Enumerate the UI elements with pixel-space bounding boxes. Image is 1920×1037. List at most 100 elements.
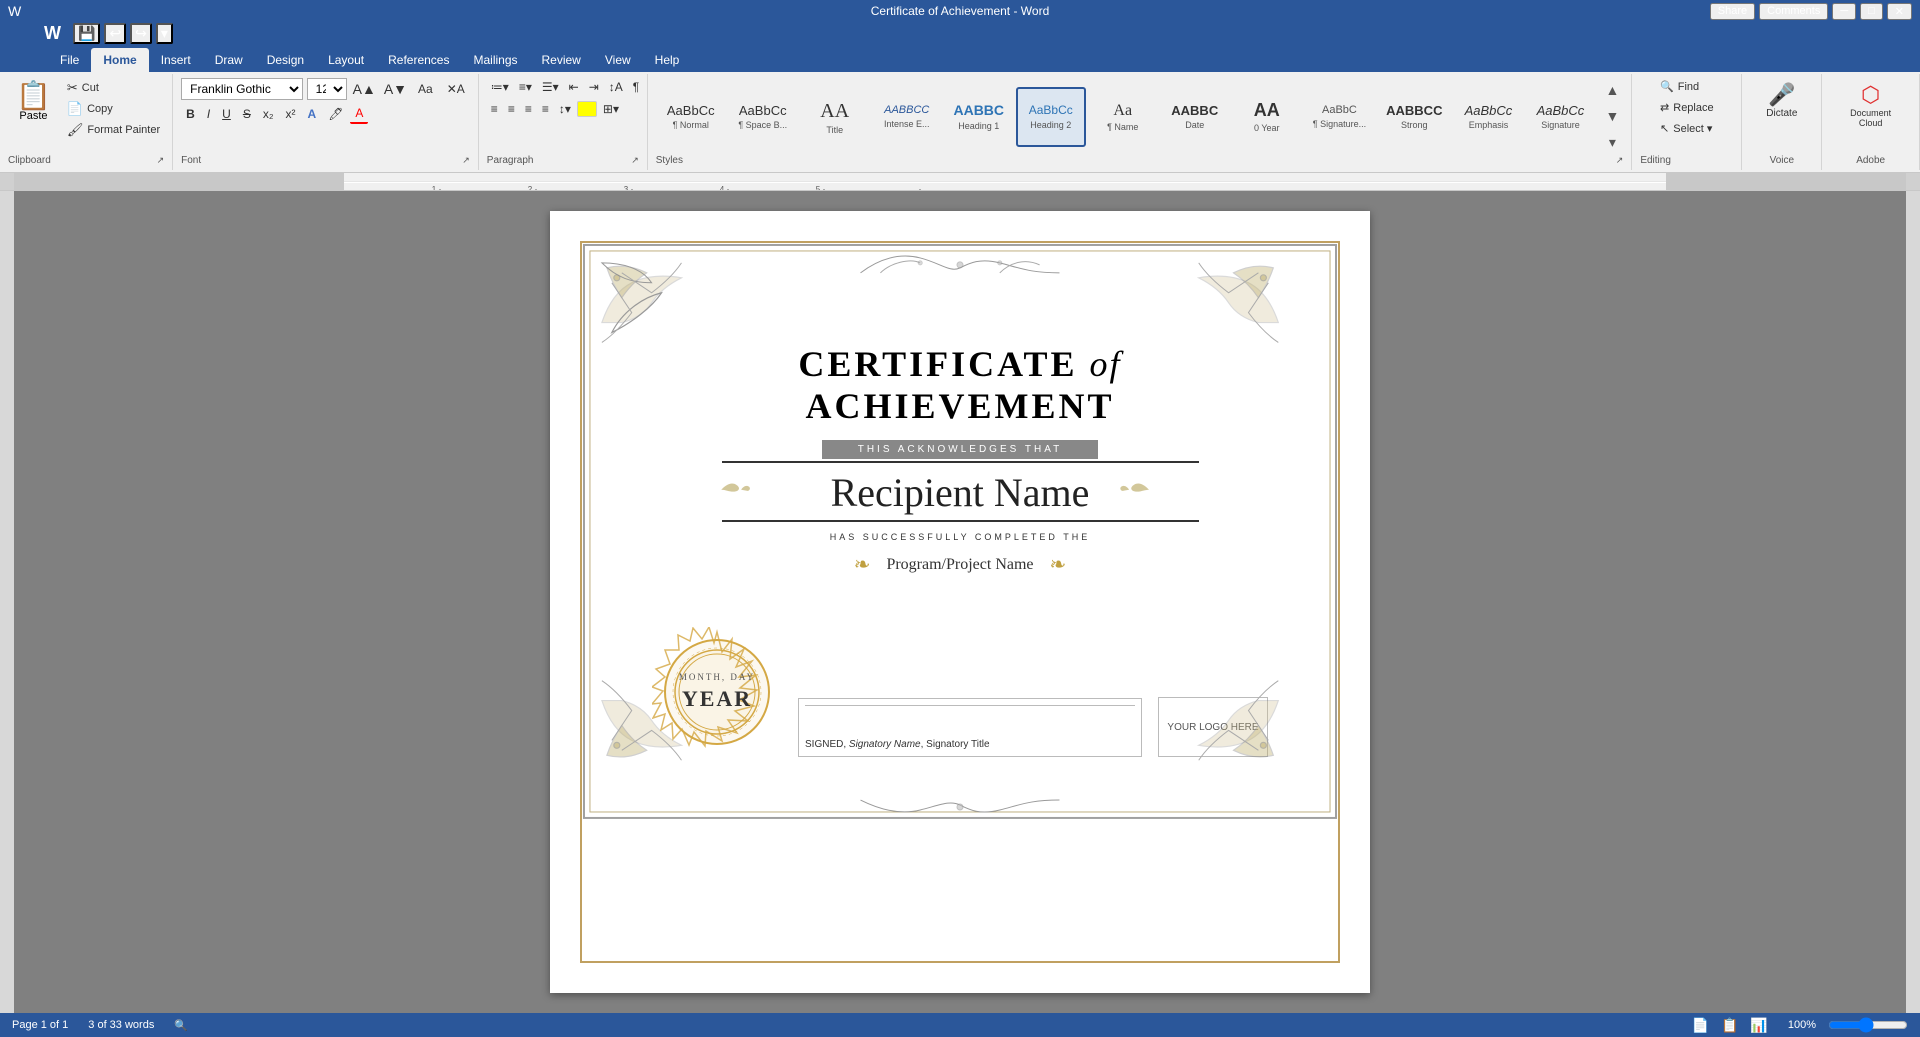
find-button[interactable]: 🔍 Find: [1654, 78, 1720, 95]
font-size-select[interactable]: 12: [307, 78, 347, 100]
line-spacing-button[interactable]: ↕▾: [555, 100, 575, 118]
strikethrough-button[interactable]: S: [238, 104, 256, 124]
superscript-button[interactable]: x²: [281, 104, 301, 124]
tab-design[interactable]: Design: [255, 48, 316, 72]
style-intense-preview: AABBCC: [884, 104, 929, 117]
style-name[interactable]: Aa ¶ Name: [1088, 87, 1158, 147]
bold-button[interactable]: B: [181, 104, 200, 124]
style-date[interactable]: AABBC Date: [1160, 87, 1230, 147]
tab-layout[interactable]: Layout: [316, 48, 376, 72]
multilevel-button[interactable]: ☰▾: [538, 78, 563, 96]
style-title[interactable]: AA Title: [800, 87, 870, 147]
seal-year: YEAR: [682, 686, 752, 712]
title-bar: W Certificate of Achievement - Word Shar…: [0, 0, 1920, 22]
tab-draw[interactable]: Draw: [203, 48, 255, 72]
styles-scroll-up-button[interactable]: ▲: [1601, 78, 1623, 102]
font-family-select[interactable]: Franklin Gothic: [181, 78, 303, 100]
page-info: Page 1 of 1: [12, 1019, 68, 1032]
style-strong-label: Strong: [1401, 120, 1428, 130]
font-shrink-button[interactable]: A▼: [382, 79, 409, 99]
tab-home[interactable]: Home: [91, 48, 148, 72]
share-button[interactable]: Share: [1710, 3, 1755, 20]
paste-button[interactable]: 📋 Paste: [8, 78, 59, 126]
maximize-button[interactable]: □: [1860, 3, 1883, 20]
shading-button[interactable]: [577, 101, 597, 117]
save-qat-button[interactable]: 💾: [73, 23, 100, 44]
adobe-cloud-button[interactable]: ⬡ Document Cloud: [1830, 78, 1911, 132]
style-emphasis[interactable]: AaBbCc Emphasis: [1453, 87, 1523, 147]
cut-button[interactable]: ✂ Cut: [63, 78, 164, 98]
style-heading1[interactable]: AABBC Heading 1: [944, 87, 1014, 147]
style-signature[interactable]: AaBbC ¶ Signature...: [1304, 87, 1375, 147]
style-intense-label: Intense E...: [884, 119, 930, 129]
text-effects-button[interactable]: A: [303, 104, 322, 124]
font-grow-button[interactable]: A▲: [351, 79, 378, 99]
highlight-color-button[interactable]: 🖊: [323, 104, 348, 124]
styles-expand-button[interactable]: ↗: [1616, 155, 1624, 166]
tab-file[interactable]: File: [48, 48, 91, 72]
style-intense[interactable]: AABBCC Intense E...: [872, 87, 942, 147]
view-web-button[interactable]: 📋: [1721, 1017, 1738, 1034]
adobe-group: ⬡ Document Cloud Adobe: [1822, 74, 1920, 170]
tab-view[interactable]: View: [593, 48, 643, 72]
justify-button[interactable]: ≡: [538, 100, 553, 118]
accessibility-icon[interactable]: 🔍: [174, 1019, 188, 1032]
style-title-preview: AA: [820, 99, 849, 123]
align-left-button[interactable]: ≡: [487, 100, 502, 118]
zoom-slider[interactable]: [1828, 1017, 1908, 1033]
cert-bottom-line-name: [722, 520, 1199, 522]
view-print-button[interactable]: 📄: [1692, 1017, 1709, 1034]
style-heading2-preview: AaBbCc: [1029, 103, 1073, 117]
dictate-button[interactable]: 🎤 Dictate: [1758, 78, 1805, 123]
style-signature2[interactable]: AaBbCc Signature: [1525, 87, 1595, 147]
decrease-indent-button[interactable]: ⇤: [565, 78, 583, 96]
undo-qat-button[interactable]: ↩: [104, 23, 126, 44]
close-button[interactable]: ✕: [1887, 3, 1912, 20]
cert-title-italic: of: [1090, 344, 1122, 384]
tab-references[interactable]: References: [376, 48, 461, 72]
borders-button[interactable]: ⊞▾: [599, 100, 623, 118]
clipboard-expand-button[interactable]: ↗: [157, 155, 165, 166]
align-right-button[interactable]: ≡: [521, 100, 536, 118]
para-expand-button[interactable]: ↗: [631, 155, 639, 166]
font-expand-button[interactable]: ↗: [462, 155, 470, 166]
change-case-button[interactable]: Aa: [413, 80, 438, 98]
tab-help[interactable]: Help: [643, 48, 692, 72]
copy-button[interactable]: 📄 Copy: [63, 99, 164, 119]
tab-mailings[interactable]: Mailings: [461, 48, 529, 72]
style-date-label: Date: [1185, 120, 1204, 130]
seal-month: MONTH, DAY: [679, 672, 755, 684]
style-heading2[interactable]: AaBbCc Heading 2: [1016, 87, 1086, 147]
tab-insert[interactable]: Insert: [149, 48, 203, 72]
align-center-button[interactable]: ≡: [504, 100, 519, 118]
minimize-button[interactable]: ─: [1832, 3, 1856, 20]
style-strong[interactable]: AABBCC Strong: [1377, 87, 1451, 147]
clear-format-button[interactable]: ✕A: [442, 80, 470, 98]
comments-button[interactable]: Comments: [1759, 3, 1828, 20]
tab-review[interactable]: Review: [530, 48, 593, 72]
view-read-button[interactable]: 📊: [1750, 1017, 1767, 1034]
font-color-button[interactable]: A: [350, 104, 368, 124]
replace-button[interactable]: ⇄ Replace: [1654, 99, 1720, 116]
style-year[interactable]: AA 0 Year: [1232, 87, 1302, 147]
italic-button[interactable]: I: [202, 104, 215, 124]
subscript-button[interactable]: x₂: [258, 104, 279, 124]
style-space[interactable]: AaBbCc ¶ Space B...: [728, 87, 798, 147]
bullets-button[interactable]: ≔▾: [487, 78, 513, 96]
format-painter-button[interactable]: 🖌 Format Painter: [63, 120, 164, 140]
redo-qat-button[interactable]: ↪: [130, 23, 152, 44]
cert-flourish-right: ❧: [1050, 552, 1067, 577]
styles-scroll-down-button[interactable]: ▼: [1601, 104, 1623, 128]
show-marks-button[interactable]: ¶: [629, 78, 643, 96]
doc-area: CERTIFICATE of ACHIEVEMENT THIS ACKNOWLE…: [14, 191, 1906, 1013]
styles-more-button[interactable]: ▾: [1601, 130, 1623, 155]
style-normal[interactable]: AaBbCc ¶ Normal: [656, 87, 726, 147]
sort-button[interactable]: ↕A: [605, 78, 627, 96]
increase-indent-button[interactable]: ⇥: [585, 78, 603, 96]
clipboard-group: 📋 Paste ✂ Cut 📄 Copy: [0, 74, 173, 170]
numbering-button[interactable]: ≡▾: [515, 78, 536, 96]
select-button[interactable]: ↖ Select ▾: [1654, 120, 1720, 137]
customize-qat-button[interactable]: ▾: [156, 23, 173, 44]
underline-button[interactable]: U: [217, 104, 236, 124]
document-page[interactable]: CERTIFICATE of ACHIEVEMENT THIS ACKNOWLE…: [550, 211, 1370, 993]
